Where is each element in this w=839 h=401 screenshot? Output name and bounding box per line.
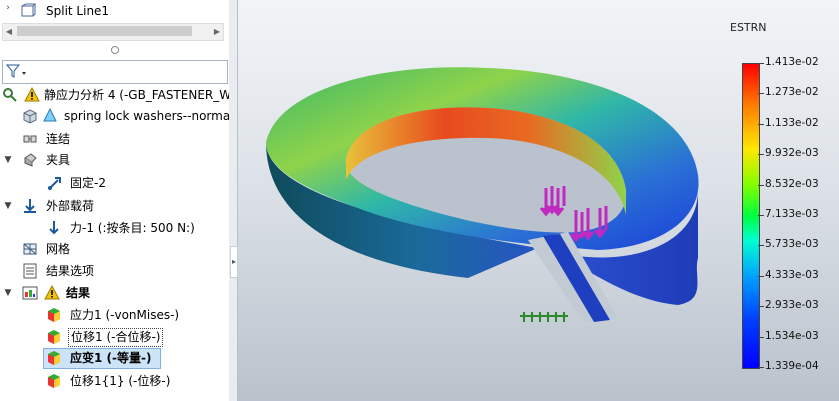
legend-label: 1.133e-02 xyxy=(765,116,819,129)
stress-plot-icon xyxy=(46,307,62,323)
mesh-icon xyxy=(22,241,38,257)
tree-item-analysis[interactable]: 静应力分析 4 (-GB_FASTENER_WA xyxy=(0,85,229,106)
legend-tick xyxy=(758,93,764,95)
tree-item-fixed[interactable]: 固定-2 xyxy=(0,173,229,194)
tree-item-results[interactable]: ▼ 结果 xyxy=(0,283,229,304)
panel-divider-handle[interactable] xyxy=(111,46,119,54)
legend-color-bar xyxy=(742,63,760,369)
legend-tick xyxy=(758,123,764,125)
part-label: spring lock washers--normal t xyxy=(64,109,230,123)
result-options-label: 结果选项 xyxy=(46,264,95,278)
legend-tick xyxy=(758,154,764,156)
legend-tick xyxy=(758,367,764,368)
legend-title: ESTRN xyxy=(730,21,767,34)
legend-tick xyxy=(758,306,764,308)
tree-item-strain[interactable]: 应变1 (-等量-) xyxy=(43,348,161,369)
strain-label: 应变1 (-等量-) xyxy=(70,351,152,365)
legend-label: 8.532e-03 xyxy=(765,177,819,190)
body-icon xyxy=(42,107,58,124)
collapse-toggle[interactable]: ▼ xyxy=(2,196,14,217)
tree-item-external-loads[interactable]: ▼ 外部载荷 xyxy=(0,196,229,217)
stress-label: 应力1 (-vonMises-) xyxy=(70,308,180,322)
tree-item-part[interactable]: spring lock washers--normal t xyxy=(0,106,229,127)
panel-splitter[interactable]: ▸ xyxy=(229,0,238,401)
legend-label: 4.333e-03 xyxy=(765,268,819,281)
filter-icon[interactable] xyxy=(5,63,28,82)
legend-tick xyxy=(758,245,764,247)
graphics-viewport[interactable]: ESTRN 1.413e-02 1.273e-02 1.133e-02 9.932e-… xyxy=(238,0,839,401)
fixtures-label: 夹具 xyxy=(46,153,71,167)
fixtures-icon xyxy=(22,152,38,168)
tree-item-result-options[interactable]: 结果选项 xyxy=(0,261,229,282)
displacement-label: 位移1 (-合位移-) xyxy=(68,328,164,347)
force-label: 力-1 (:按条目: 500 N:) xyxy=(70,221,195,235)
legend-tick xyxy=(758,336,764,338)
scroll-right-icon[interactable]: ▶ xyxy=(211,24,223,40)
expand-toggle[interactable]: › xyxy=(2,3,14,13)
tree-item-connections[interactable]: 连结 xyxy=(0,129,229,150)
fixed-label: 固定-2 xyxy=(70,176,106,190)
warning-icon xyxy=(24,86,40,103)
horizontal-scrollbar[interactable]: ◀ ▶ xyxy=(2,23,224,41)
legend-label: 1.273e-02 xyxy=(765,86,819,99)
displacement-plot-icon xyxy=(46,373,62,389)
displacement-2-label: 位移1{1} (-位移-) xyxy=(70,374,171,388)
legend-label: 2.933e-03 xyxy=(765,299,819,312)
tree-item-displacement-2[interactable]: 位移1{1} (-位移-) xyxy=(0,371,229,392)
scroll-left-icon[interactable]: ◀ xyxy=(3,24,15,40)
tree-item-mesh[interactable]: 网格 xyxy=(0,239,229,260)
displacement-plot-icon xyxy=(46,329,62,345)
warning-icon xyxy=(44,284,60,301)
legend-tick xyxy=(758,63,764,64)
strain-plot-icon xyxy=(46,350,62,366)
force-icon xyxy=(46,220,62,236)
legend-label: 1.413e-02 xyxy=(765,56,819,68)
collapse-toggle[interactable]: ▼ xyxy=(2,283,14,304)
tree-item-displacement[interactable]: 位移1 (-合位移-) xyxy=(0,327,229,348)
legend-label: 7.133e-03 xyxy=(765,208,819,220)
collapse-toggle[interactable]: ▼ xyxy=(2,150,14,171)
legend-tick xyxy=(758,184,764,186)
split-line-label[interactable]: Split Line1 xyxy=(46,3,109,19)
feature-manager-tree: › Split Line1 ◀ ▶ 静应力分析 4 (-GB_FASTENER_… xyxy=(0,0,230,401)
scroll-thumb[interactable] xyxy=(17,26,192,36)
legend-tick xyxy=(758,275,764,277)
connections-label: 连结 xyxy=(46,132,71,146)
legend-tick xyxy=(758,215,764,216)
legend-label: 1.339e-04 xyxy=(765,360,819,372)
external-loads-icon xyxy=(22,198,38,214)
legend-label: 1.534e-03 xyxy=(765,329,819,342)
results-label: 结果 xyxy=(66,286,91,300)
part-icon xyxy=(22,108,38,124)
filter-box[interactable] xyxy=(2,60,228,84)
tree-top: › Split Line1 ◀ ▶ xyxy=(0,0,229,44)
legend-label: 5.733e-03 xyxy=(765,238,819,251)
legend-label: 9.932e-03 xyxy=(765,147,819,160)
collapse-panel-icon[interactable]: ▸ xyxy=(230,246,238,278)
tree-item-stress[interactable]: 应力1 (-vonMises-) xyxy=(0,305,229,326)
analysis-icon xyxy=(2,87,18,103)
tree-item-force[interactable]: 力-1 (:按条目: 500 N:) xyxy=(0,218,229,239)
split-line-icon xyxy=(20,3,37,19)
tree-item-fixtures[interactable]: ▼ 夹具 xyxy=(0,150,229,171)
connections-icon xyxy=(22,131,38,147)
external-loads-label: 外部载荷 xyxy=(46,199,95,213)
mesh-label: 网格 xyxy=(46,242,71,256)
fixed-icon xyxy=(46,175,62,191)
results-folder-icon xyxy=(22,285,38,301)
result-options-icon xyxy=(22,263,38,279)
analysis-label: 静应力分析 4 (-GB_FASTENER_WA xyxy=(44,88,230,102)
